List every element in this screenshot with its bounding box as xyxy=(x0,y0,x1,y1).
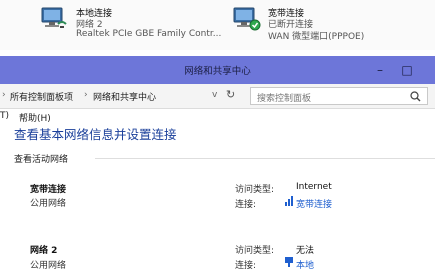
connection-label: 连接: xyxy=(235,200,257,210)
access-type-value: Internet xyxy=(296,182,332,192)
connection-adapter: WAN 微型端口(PPPOE) xyxy=(268,32,365,42)
search-icon[interactable] xyxy=(410,91,421,102)
connection-label: 连接: xyxy=(235,261,257,271)
maximize-icon: □ xyxy=(401,63,413,77)
search-input[interactable]: 搜索控制面板 xyxy=(250,87,428,105)
minimize-button[interactable]: – xyxy=(369,56,391,84)
refresh-icon[interactable]: ↻ xyxy=(226,88,235,101)
section-divider xyxy=(95,158,435,159)
network-type-link[interactable]: 公用网络 xyxy=(30,258,66,271)
menu-item-help[interactable]: 帮助(H) xyxy=(19,111,51,124)
connection-adapter: Realtek PCIe GBE Family Contr... xyxy=(76,29,222,39)
ethernet-icon xyxy=(285,257,293,267)
network-computer-icon xyxy=(41,7,67,28)
active-networks-section-title: 查看活动网络 xyxy=(14,155,69,165)
address-dropdown-icon[interactable]: v xyxy=(212,90,217,100)
connection-item-broadband[interactable] xyxy=(232,6,262,35)
breadcrumb-network-sharing-center[interactable]: 网络和共享中心 xyxy=(93,90,156,103)
network-name: 宽带连接 xyxy=(30,185,67,195)
connection-item-local[interactable] xyxy=(40,6,70,35)
broadband-connection-icon xyxy=(233,7,261,31)
search-placeholder: 搜索控制面板 xyxy=(257,94,312,104)
breadcrumb-separator-icon[interactable]: › xyxy=(2,90,6,100)
breadcrumb-separator-icon[interactable]: › xyxy=(84,90,88,100)
signal-bars-icon xyxy=(285,196,293,206)
menu-item-tools-fragment[interactable]: T) xyxy=(0,111,9,121)
network-name: 网络 2 xyxy=(30,246,58,256)
broadband-connection-link[interactable]: 宽带连接 xyxy=(296,197,332,210)
breadcrumb-all-control-panel-items[interactable]: 所有控制面板项 xyxy=(10,90,73,103)
menu-bar xyxy=(0,109,435,123)
access-type-label: 访问类型: xyxy=(235,185,275,195)
access-type-label: 访问类型: xyxy=(235,246,275,256)
access-type-value: 无法 xyxy=(296,246,315,256)
network-type-link[interactable]: 公用网络 xyxy=(30,196,66,209)
maximize-button[interactable]: □ xyxy=(396,56,418,84)
page-heading: 查看基本网络信息并设置连接 xyxy=(14,127,177,142)
minimize-icon: – xyxy=(377,63,383,77)
local-connection-link[interactable]: 本地 xyxy=(296,258,314,271)
